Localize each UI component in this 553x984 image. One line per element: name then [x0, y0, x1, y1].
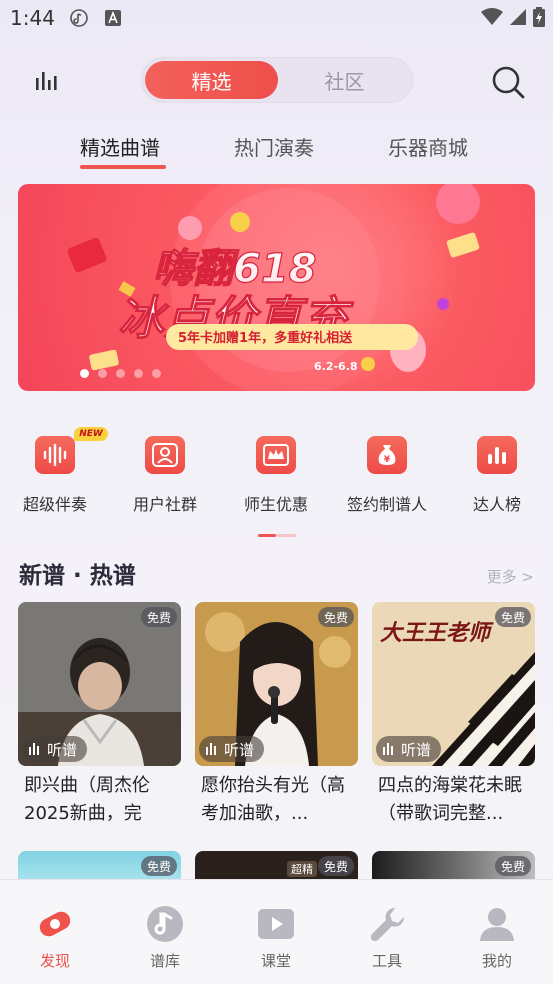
quick-link-teacher-discount[interactable]: 师生优惠 — [221, 430, 331, 515]
score-card-title: 四点的海棠花未眠（带歌词完整... — [378, 775, 522, 824]
score-card-image: 免费 听谱 — [195, 602, 358, 766]
banner-pagination — [80, 369, 161, 378]
status-bar: 1:44 — [0, 0, 553, 40]
banner-dot[interactable] — [134, 369, 143, 378]
tab-label: 谱库 — [149, 952, 180, 970]
quick-link-label: 师生优惠 — [243, 495, 308, 514]
equalizer-icon[interactable] — [32, 68, 58, 94]
app-status-icon — [105, 10, 121, 26]
bottom-tab-bar: 发现 谱库 课堂 工具 我的 — [0, 879, 553, 984]
tab-profile[interactable]: 我的 — [442, 880, 552, 971]
profile-icon — [480, 908, 514, 941]
score-card[interactable]: 大王王老师 免费 听谱 四点的海棠花未眠（带歌词完整... — [372, 602, 535, 828]
wifi-icon — [481, 8, 503, 25]
quick-links-page-indicator — [258, 534, 296, 537]
quick-link-label: 用户社群 — [132, 495, 197, 514]
tab-label: 课堂 — [260, 952, 291, 970]
quick-link-super-accompaniment[interactable]: NEW 超级伴奏 — [0, 427, 110, 515]
active-tab-indicator — [80, 165, 166, 169]
music-note-icon — [147, 906, 183, 942]
banner-dates: 6.2-6.8 — [314, 360, 358, 373]
tab-label: 我的 — [481, 952, 512, 970]
listen-button[interactable]: 听谱 — [199, 736, 265, 762]
battery-icon — [533, 7, 545, 27]
quick-link-label: 达人榜 — [472, 495, 521, 514]
score-card[interactable]: 免费 — [18, 851, 181, 881]
listen-label: 听谱 — [47, 740, 78, 759]
free-badge: 免费 — [140, 607, 177, 627]
banner-promo-text: 5年卡加赠1年，多重好礼相送 — [178, 330, 353, 346]
listen-button[interactable]: 听谱 — [376, 736, 442, 762]
music-status-icon — [70, 9, 88, 27]
wrench-icon — [370, 907, 405, 942]
segment-featured[interactable]: 精选 — [145, 61, 278, 99]
svg-text:¥: ¥ — [384, 455, 391, 465]
tab-score-library[interactable]: 谱库 — [110, 880, 220, 971]
score-card[interactable]: 超精 免费 — [195, 851, 358, 881]
tab-instrument-mall[interactable]: 乐器商城 — [388, 132, 468, 161]
listen-button[interactable]: 听谱 — [22, 736, 88, 762]
quick-link-label: 超级伴奏 — [22, 495, 87, 514]
ranking-icon — [477, 436, 517, 474]
signal-icon — [510, 9, 526, 25]
score-card-image: 免费 听谱 — [18, 602, 181, 766]
score-card-image: 大王王老师 免费 听谱 — [372, 602, 535, 766]
free-badge: 免费 — [317, 607, 354, 627]
card-image-text: 超精 — [287, 861, 317, 877]
free-badge: 免费 — [494, 607, 531, 627]
quick-link-expert-ranking[interactable]: 达人榜 — [442, 430, 552, 515]
quick-links: NEW 超级伴奏 用户社群 师生优惠 ¥ 签约制谱人 达人榜 — [0, 427, 553, 530]
tab-hot-performances[interactable]: 热门演奏 — [234, 132, 314, 161]
banner-dot[interactable] — [116, 369, 125, 378]
score-card[interactable]: 免费 听谱 愿你抬头有光（高考加油歌，... — [195, 602, 358, 828]
play-video-icon — [258, 909, 294, 939]
free-badge: 免费 — [140, 856, 177, 876]
discover-icon — [39, 911, 71, 937]
promo-banner[interactable]: 嗨翻618 冰点价直充 5年卡加赠1年，多重好礼相送 6.2-6.8 — [18, 184, 535, 391]
quick-link-signed-transcriber[interactable]: ¥ 签约制谱人 — [332, 430, 442, 515]
score-card[interactable]: 免费 — [372, 851, 535, 881]
banner-dot[interactable] — [80, 369, 89, 378]
crown-icon — [256, 436, 296, 474]
tab-tools[interactable]: 工具 — [332, 880, 442, 971]
quick-link-label: 签约制谱人 — [346, 495, 427, 514]
banner-dot[interactable] — [152, 369, 161, 378]
audio-bars-icon — [29, 743, 39, 755]
waveform-icon — [35, 436, 75, 474]
more-link[interactable]: 更多 > — [487, 566, 534, 587]
tab-discover[interactable]: 发现 — [0, 880, 110, 971]
score-card-title: 愿你抬头有光（高考加油歌，... — [201, 775, 345, 824]
free-badge: 免费 — [494, 856, 531, 876]
tab-label: 工具 — [371, 952, 402, 970]
tab-classroom[interactable]: 课堂 — [221, 880, 331, 971]
audio-bars-icon — [206, 743, 216, 755]
audio-bars-icon — [383, 743, 393, 755]
segment-control: 精选 社区 — [141, 57, 413, 103]
user-group-icon — [145, 436, 185, 474]
tab-label: 发现 — [39, 952, 70, 970]
segment-community[interactable]: 社区 — [278, 61, 411, 99]
tab-featured-scores[interactable]: 精选曲谱 — [80, 132, 160, 161]
score-card[interactable]: 免费 听谱 即兴曲（周杰伦2025新曲，完美... — [18, 602, 181, 828]
money-bag-icon: ¥ — [367, 436, 407, 474]
top-bar: 精选 社区 — [0, 50, 553, 110]
banner-artwork: 嗨翻618 冰点价直充 5年卡加赠1年，多重好礼相送 6.2-6.8 — [67, 184, 480, 391]
status-time: 1:44 — [10, 6, 55, 30]
listen-label: 听谱 — [401, 740, 432, 759]
listen-label: 听谱 — [224, 740, 255, 759]
sub-tabs: 精选曲谱 热门演奏 乐器商城 — [0, 128, 553, 172]
search-icon[interactable] — [490, 64, 526, 100]
quick-link-user-group[interactable]: 用户社群 — [110, 430, 220, 515]
banner-dot[interactable] — [98, 369, 107, 378]
card-image-text: 大王王老师 — [380, 621, 494, 646]
section-title: 新谱 · 热谱 — [19, 563, 136, 589]
free-badge: 免费 — [317, 856, 354, 876]
banner-headline: 嗨翻618 — [153, 246, 317, 292]
score-card-title: 即兴曲（周杰伦2025新曲，完美... — [24, 775, 150, 824]
new-badge: NEW — [74, 427, 108, 441]
